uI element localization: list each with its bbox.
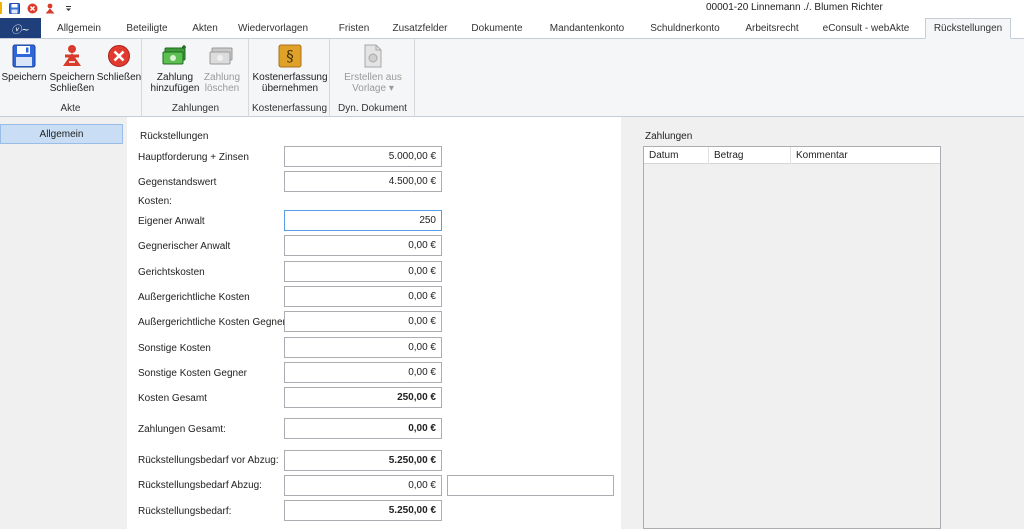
close-label: Schließen	[96, 72, 142, 83]
quick-access-toolbar	[0, 1, 80, 15]
save-button[interactable]: Speichern	[1, 43, 47, 83]
save-close-label-line1: Speichern	[49, 72, 95, 83]
paragraph-icon: §	[277, 43, 303, 69]
group-label-akte: Akte	[60, 103, 81, 114]
delete-payment-button[interactable]: Zahlung löschen	[201, 43, 243, 94]
tab-econsult-webakte[interactable]: eConsult - webAkte	[816, 18, 916, 39]
tab-schuldnerkonto[interactable]: Schuldnerkonto	[642, 18, 728, 39]
app-logo-tab[interactable]: ⓥ~	[0, 18, 41, 38]
save-close-label-line2: Schließen	[49, 83, 95, 94]
label-kosten-gesamt: Kosten Gesamt	[138, 393, 207, 404]
payments-panel: Zahlungen Datum Betrag Kommentar	[621, 117, 1024, 529]
eigener-anwalt-field[interactable]: 250	[284, 210, 442, 231]
label-bedarf-vor-abzug: Rückstellungsbedarf vor Abzug:	[138, 455, 279, 466]
create-from-template-button[interactable]: Erstellen aus Vorlage ▾	[335, 43, 411, 94]
tab-zusatzfelder[interactable]: Zusatzfelder	[386, 18, 454, 39]
group-label-zahlungen: Zahlungen	[171, 103, 220, 114]
add-payment-label-line1: Zahlung	[156, 72, 194, 83]
label-bedarf-abzug: Rückstellungsbedarf Abzug:	[138, 480, 262, 491]
window-title: 00001-20 Linnemann ./. Blumen Richter	[706, 2, 883, 13]
delete-payment-label-line2: löschen	[204, 83, 240, 94]
sidebar-item-allgemein[interactable]: Allgemein	[0, 124, 123, 144]
add-payment-label-line2: hinzufügen	[150, 83, 200, 94]
label-bedarf: Rückstellungsbedarf:	[138, 506, 232, 517]
tab-dokumente[interactable]: Dokumente	[462, 18, 532, 39]
sonstige-kosten-field[interactable]: 0,00 €	[284, 337, 442, 358]
close-file-icon[interactable]	[26, 2, 38, 14]
sonstige-kosten-gegner-field[interactable]: 0,00 €	[284, 362, 442, 383]
aussergerichtliche-kosten-gegner-field[interactable]: 0,00 €	[284, 311, 442, 332]
close-icon	[106, 43, 132, 69]
label-aussergerichtliche-kosten-gegner: Außergerichtliche Kosten Gegner	[138, 317, 286, 328]
tab-rueckstellungen[interactable]: Rückstellungen	[925, 18, 1011, 39]
add-payment-button[interactable]: Zahlung hinzufügen	[149, 43, 201, 94]
group-label-dyn-dokument: Dyn. Dokument	[338, 103, 407, 114]
title-bar: 00001-20 Linnemann ./. Blumen Richter	[0, 0, 1024, 16]
save-icon[interactable]	[8, 2, 20, 14]
form-title: Rückstellungen	[140, 131, 209, 142]
label-hauptforderung: Hauptforderung + Zinsen	[138, 152, 249, 163]
gegnerischer-anwalt-field[interactable]: 0,00 €	[284, 235, 442, 256]
people-icon[interactable]	[44, 2, 56, 14]
label-gerichtskosten: Gerichtskosten	[138, 267, 205, 278]
ribbon-group-akte: Speichern Speichern Schließen Schließen …	[0, 39, 142, 117]
ribbon: Speichern Speichern Schließen Schließen …	[0, 39, 1024, 117]
payments-grid-header: Datum Betrag Kommentar	[644, 147, 940, 164]
tab-beteiligte[interactable]: Beteiligte	[119, 18, 175, 39]
column-header-datum[interactable]: Datum	[644, 147, 709, 164]
tab-allgemein[interactable]: Allgemein	[47, 18, 111, 39]
ribbon-tabs: ⓥ~ Allgemein Beteiligte Akten Wiedervorl…	[0, 16, 1024, 39]
ribbon-group-kostenerfassung: § Kostenerfassung übernehmen Kostenerfas…	[250, 39, 330, 117]
tab-akten[interactable]: Akten	[182, 18, 228, 39]
sidebar: Allgemein	[0, 117, 127, 529]
take-costs-label-line1: Kostenerfassung	[252, 72, 328, 83]
bedarf-abzug-note-field[interactable]	[447, 475, 614, 496]
dropdown-icon[interactable]	[62, 2, 74, 14]
save-label: Speichern	[1, 72, 47, 83]
label-gegenstandswert: Gegenstandswert	[138, 177, 217, 188]
create-template-label-line2: Vorlage ▾	[352, 83, 394, 94]
group-label-kostenerfassung: Kostenerfassung	[251, 103, 328, 114]
save-close-icon	[59, 43, 85, 69]
label-sonstige-kosten-gegner: Sonstige Kosten Gegner	[138, 368, 247, 379]
gegenstandswert-field[interactable]: 4.500,00 €	[284, 171, 442, 192]
bedarf-field: 5.250,00 €	[284, 500, 442, 521]
aussergerichtliche-kosten-field[interactable]: 0,00 €	[284, 286, 442, 307]
take-costs-label-line2: übernehmen	[261, 83, 319, 94]
tab-fristen[interactable]: Fristen	[330, 18, 378, 39]
label-kosten-header: Kosten:	[138, 196, 172, 207]
label-zahlungen-gesamt: Zahlungen Gesamt:	[138, 424, 226, 435]
payments-title: Zahlungen	[645, 131, 693, 142]
payments-grid[interactable]: Datum Betrag Kommentar	[643, 146, 941, 529]
ribbon-group-dyn-dokument: Erstellen aus Vorlage ▾ Dyn. Dokument	[331, 39, 415, 117]
label-gegnerischer-anwalt: Gegnerischer Anwalt	[138, 241, 231, 252]
close-button[interactable]: Schließen	[97, 43, 141, 83]
kosten-gesamt-field: 250,00 €	[284, 387, 442, 408]
document-template-icon	[360, 43, 386, 69]
bedarf-abzug-field[interactable]: 0,00 €	[284, 475, 442, 496]
save-close-button[interactable]: Speichern Schließen	[47, 43, 97, 94]
column-header-kommentar[interactable]: Kommentar	[791, 147, 940, 164]
take-costs-button[interactable]: § Kostenerfassung übernehmen	[252, 43, 328, 94]
qat-separator	[0, 2, 2, 14]
save-icon	[11, 43, 37, 69]
ribbon-group-zahlungen: Zahlung hinzufügen Zahlung löschen Zahlu…	[143, 39, 249, 117]
zahlungen-gesamt-field: 0,00 €	[284, 418, 442, 439]
hauptforderung-field[interactable]: 5.000,00 €	[284, 146, 442, 167]
bedarf-vor-abzug-field: 5.250,00 €	[284, 450, 442, 471]
form-panel: Rückstellungen Hauptforderung + Zinsen 5…	[127, 117, 621, 529]
create-template-label-line1: Erstellen aus	[344, 72, 402, 83]
svg-text:§: §	[286, 47, 294, 65]
add-payment-icon	[162, 43, 188, 69]
label-aussergerichtliche-kosten: Außergerichtliche Kosten	[138, 292, 250, 303]
delete-payment-icon	[209, 43, 235, 69]
tab-wiedervorlagen[interactable]: Wiedervorlagen	[230, 18, 316, 39]
delete-payment-label-line1: Zahlung	[203, 72, 241, 83]
tab-arbeitsrecht[interactable]: Arbeitsrecht	[736, 18, 808, 39]
column-header-betrag[interactable]: Betrag	[709, 147, 791, 164]
label-eigener-anwalt: Eigener Anwalt	[138, 216, 205, 227]
label-sonstige-kosten: Sonstige Kosten	[138, 343, 211, 354]
tab-mandantenkonto[interactable]: Mandantenkonto	[540, 18, 634, 39]
gerichtskosten-field[interactable]: 0,00 €	[284, 261, 442, 282]
